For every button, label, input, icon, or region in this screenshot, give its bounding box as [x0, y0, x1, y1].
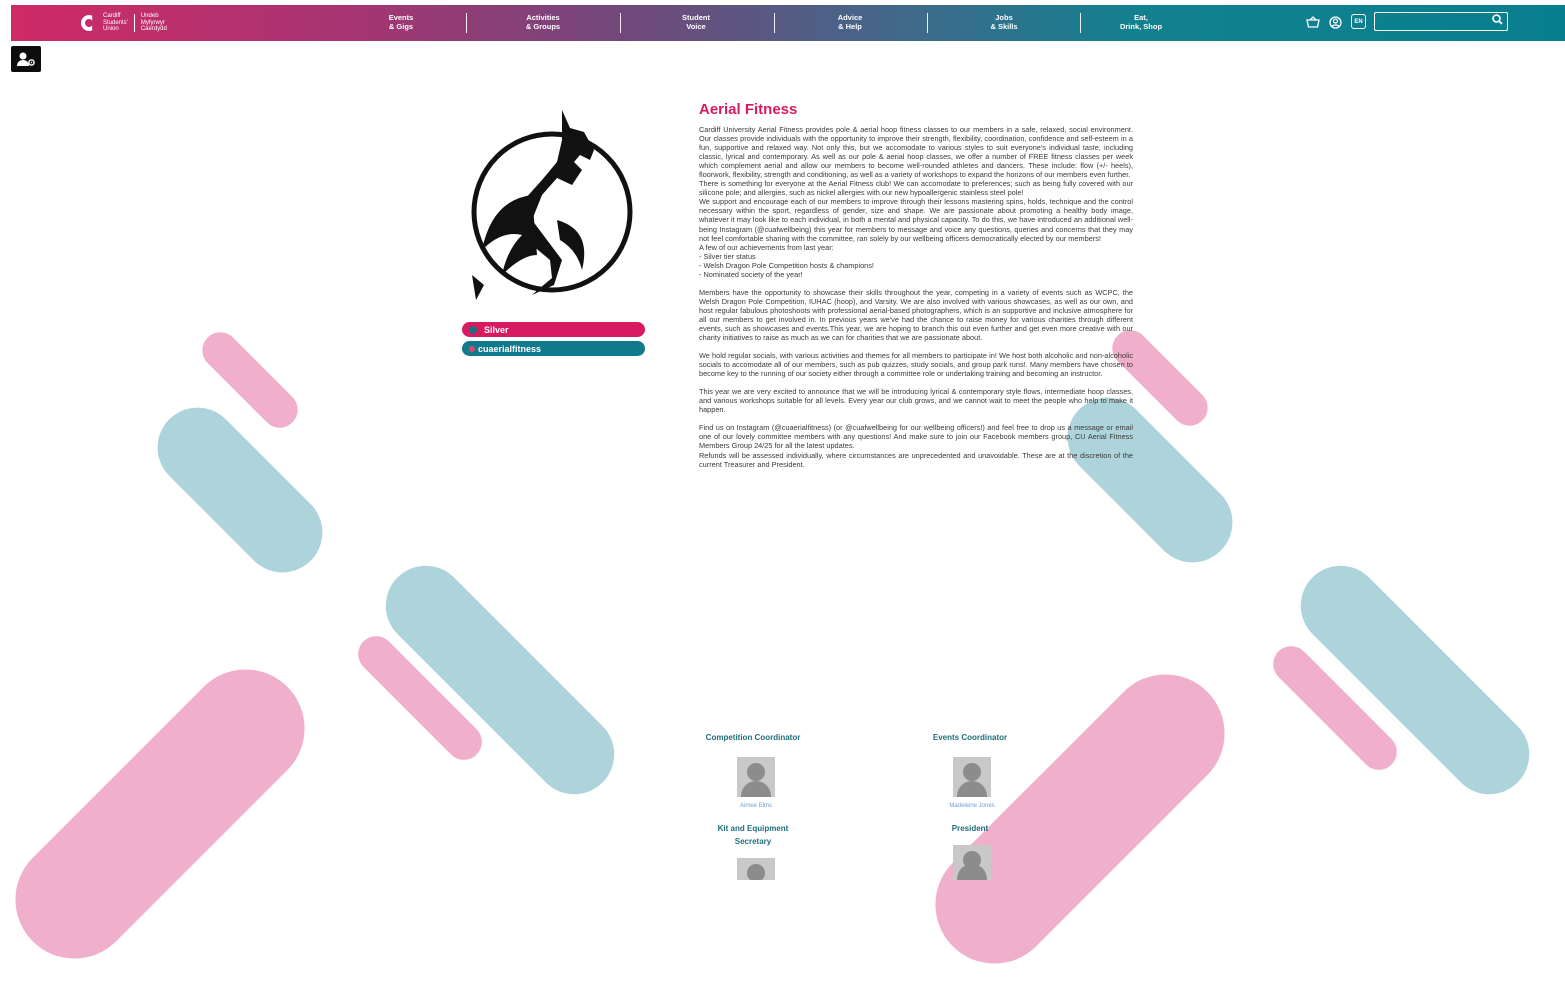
description-paragraph: - Nominated society of the year! [699, 269, 803, 279]
logo-separator [133, 14, 135, 32]
member-name[interactable]: Aimee Elms [716, 803, 796, 809]
description-paragraph: Cardiff University Aerial Fitness provid… [699, 125, 1133, 180]
nav-divider [466, 13, 467, 33]
top-nav-bar: Cardiff Students' Union Undeb Myfyrwyr C… [11, 5, 1565, 41]
logo-text: Cardiff Students' Union [103, 13, 128, 33]
member-name[interactable]: Madeleine Jones [932, 803, 1012, 809]
search-input[interactable] [1374, 12, 1508, 31]
tier-icon [469, 325, 477, 334]
logo-text-welsh: Undeb Myfyrwyr Caerdydd [140, 13, 167, 33]
club-logo-image [462, 100, 645, 307]
user-settings-icon[interactable] [11, 46, 41, 72]
instagram-handle: cuaerialfitness [478, 343, 542, 354]
committee-role: President [951, 824, 989, 833]
member-avatar[interactable] [953, 845, 991, 880]
language-toggle[interactable]: EN [1351, 14, 1366, 29]
nav-activities[interactable]: Activities & Groups [513, 13, 573, 31]
member-avatar[interactable] [737, 858, 775, 880]
nav-jobs[interactable]: Jobs & Skills [974, 13, 1034, 31]
nav-advice[interactable]: Advice & Help [820, 13, 880, 31]
account-icon[interactable] [1327, 14, 1343, 30]
basket-icon[interactable] [1305, 14, 1321, 30]
logo-mark-icon [81, 15, 97, 31]
nav-divider [1080, 13, 1081, 33]
page-title: Aerial Fitness [699, 101, 798, 118]
description-paragraph: We support and encourage each of our mem… [699, 197, 1133, 243]
committee-role: Competition Coordinator [705, 733, 801, 742]
member-avatar[interactable] [737, 757, 775, 797]
committee-role: Events Coordinator [932, 733, 1008, 742]
tier-label: Silver [484, 324, 509, 335]
club-description: Cardiff University Aerial Fitness provid… [699, 125, 1133, 469]
instagram-link[interactable]: cuaerialfitness [462, 341, 645, 356]
member-avatar[interactable] [953, 757, 991, 797]
nav-eat-drink-shop[interactable]: Eat, Drink, Shop [1111, 13, 1171, 31]
nav-divider [774, 13, 775, 33]
description-paragraph: - Welsh Dragon Pole Competition hosts & … [699, 260, 874, 270]
nav-divider [620, 13, 621, 33]
search-icon[interactable] [1492, 14, 1503, 28]
description-paragraph: There is something for everyone at the A… [699, 179, 1133, 198]
instagram-icon [469, 345, 475, 352]
decorative-pill [141, 391, 339, 589]
tier-badge: Silver [462, 322, 645, 337]
description-paragraph: Refunds will be assessed individually, w… [699, 450, 1133, 469]
description-paragraph: Members have the opportunity to showcase… [699, 287, 1133, 343]
committee-role: Kit and Equipment Secretary [717, 824, 789, 846]
description-paragraph: Find us on Instagram (@cuaerialfitness) … [699, 423, 1133, 451]
nav-divider [927, 13, 928, 33]
nav-events[interactable]: Events & Gigs [371, 13, 431, 31]
nav-student-voice[interactable]: Student Voice [666, 13, 726, 31]
description-paragraph: A few of our achievements from last year… [699, 242, 834, 252]
description-paragraph: This year we are very excited to announc… [699, 387, 1133, 415]
description-paragraph: We hold regular socials, with various ac… [699, 351, 1133, 379]
decorative-pill [0, 645, 329, 983]
description-paragraph: - Silver tier status [699, 251, 756, 261]
decorative-pill [911, 650, 1249, 988]
site-logo[interactable]: Cardiff Students' Union Undeb Myfyrwyr C… [81, 12, 167, 34]
